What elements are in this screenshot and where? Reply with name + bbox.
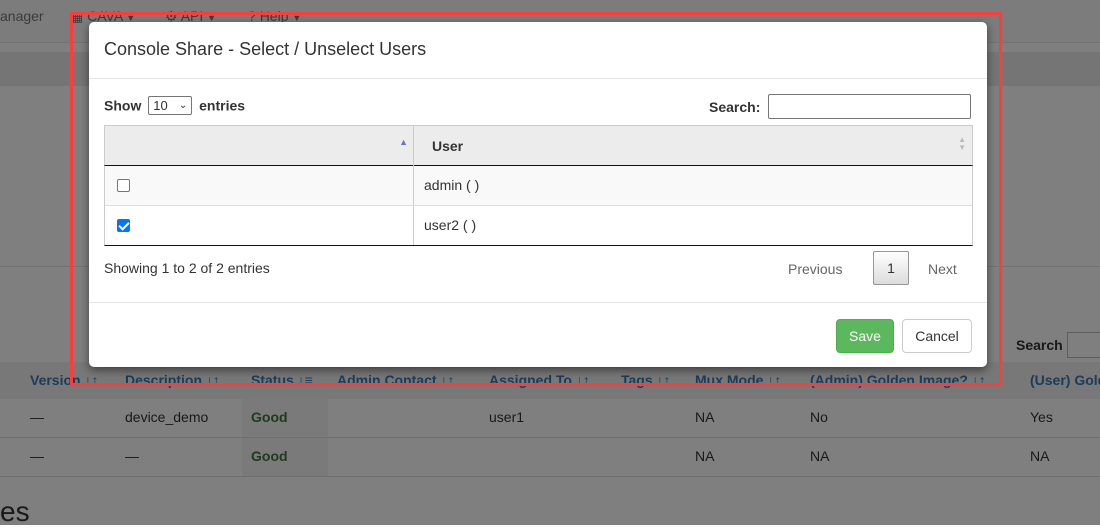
col-select-header[interactable]: ▲ [105,126,414,166]
select-cell [105,166,414,205]
user-name: admin ( ) [424,177,480,193]
entries-select[interactable]: 10 ⌄ [148,96,193,115]
save-button[interactable]: Save [836,319,894,353]
search-label: Search: [709,99,761,115]
modal-footer: Save Cancel [89,302,987,368]
console-share-modal: Console Share - Select / Unselect Users … [89,22,987,367]
table-info: Showing 1 to 2 of 2 entries [104,260,270,276]
table-row: admin ( ) [104,166,973,206]
pagination-next[interactable]: Next [928,261,957,277]
users-table-header: ▲ User ▲ ▼ [104,125,973,166]
modal-header: Console Share - Select / Unselect Users [89,22,987,79]
pagination-previous[interactable]: Previous [788,261,842,277]
chevron-down-icon: ⌄ [178,100,188,111]
table-row: user2 ( ) [104,206,973,246]
user-checkbox[interactable] [117,219,130,232]
entries-label: entries [199,97,246,114]
modal-body: Show 10 ⌄ entries Search: ▲ User ▲ ▼ admin… [89,79,987,302]
cancel-button[interactable]: Cancel [902,319,972,353]
entries-length-control: Show 10 ⌄ entries [104,96,245,115]
sort-both-icon: ▲ ▼ [958,135,966,152]
sort-ascending-icon: ▲ [399,137,408,147]
modal-title: Console Share - Select / Unselect Users [104,39,427,59]
pagination-page-1[interactable]: 1 [873,251,909,285]
user-name: user2 ( ) [424,217,477,233]
user-checkbox[interactable] [117,179,130,192]
search-input[interactable] [768,94,971,119]
entries-select-value: 10 [153,98,168,113]
show-label: Show [104,97,142,114]
select-cell [105,206,414,245]
col-user-header[interactable]: User [432,138,463,154]
